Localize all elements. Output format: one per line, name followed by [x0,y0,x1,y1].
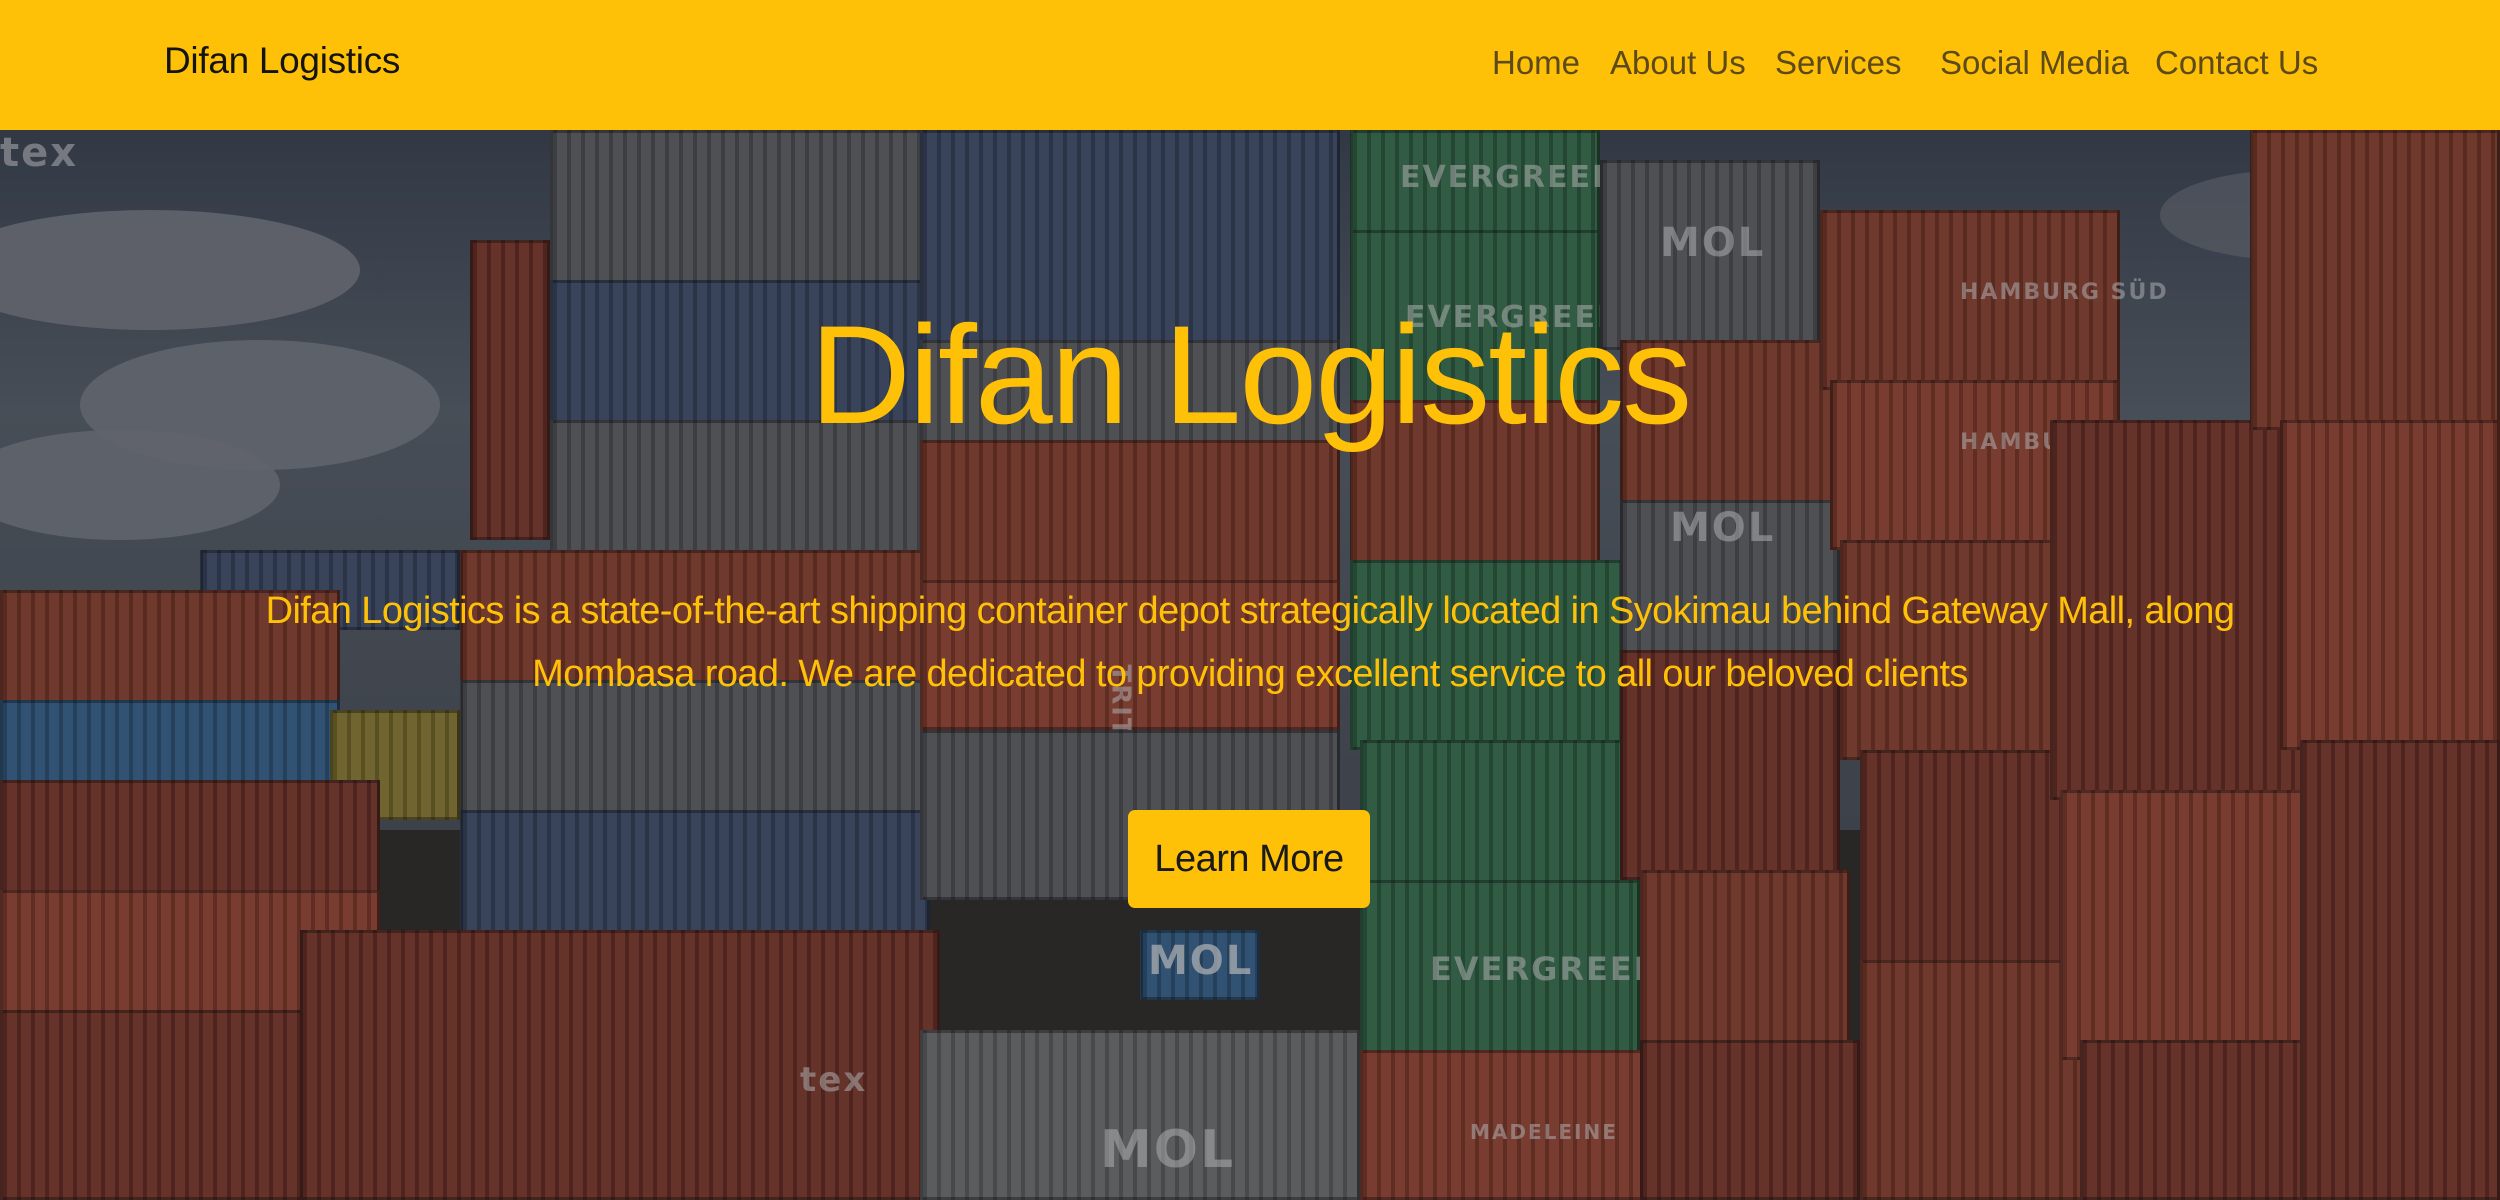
nav-link-about-us[interactable]: About Us [1610,44,1746,82]
nav-link-home[interactable]: Home [1492,44,1580,82]
nav-link-social-media[interactable]: Social Media [1940,44,2129,82]
nav-link-services[interactable]: Services [1775,44,1902,82]
hero-description: Difan Logistics is a state-of-the-art sh… [265,590,2235,695]
nav-link-contact-us[interactable]: Contact Us [2155,44,2318,82]
nav-links: Home About Us Services Social Media Cont… [0,0,2500,130]
hero-title: Difan Logistics [809,296,1692,453]
learn-more-button[interactable]: Learn More [1128,810,1370,908]
hero-section: tex TRITON MOL MOL EVERGREEN EVERGREEN E… [0,130,2500,1200]
top-navbar: Difan Logistics Home About Us Services S… [0,0,2500,130]
